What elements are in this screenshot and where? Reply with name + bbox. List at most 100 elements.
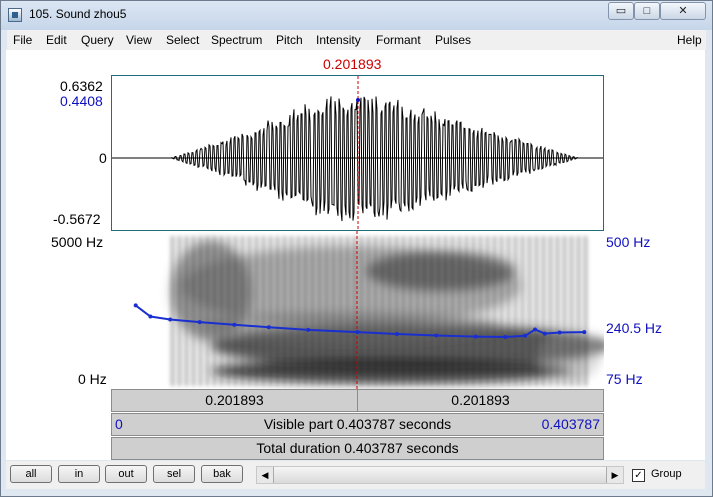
- spectrogram-stripe: [556, 236, 559, 386]
- spectrogram-stripe: [549, 236, 552, 386]
- pitch-point: [503, 335, 508, 339]
- maximize-icon[interactable]: □: [634, 2, 660, 20]
- spectrogram-stripe: [346, 236, 349, 386]
- spectrogram-stripe: [521, 236, 524, 386]
- minimize-icon[interactable]: ▭: [608, 2, 634, 20]
- spectrogram-stripe: [479, 236, 482, 386]
- spectrogram-stripe: [493, 236, 496, 386]
- zoom-all-button[interactable]: all: [10, 465, 52, 483]
- spectrogram-stripe: [472, 236, 475, 386]
- total-duration-row[interactable]: Total duration 0.403787 seconds: [111, 437, 604, 460]
- menu-spectrum[interactable]: Spectrum: [211, 33, 262, 47]
- menu-help[interactable]: Help: [677, 33, 702, 47]
- pitch-point: [266, 325, 271, 330]
- selection-left-cell[interactable]: 0.201893: [112, 390, 358, 411]
- menu-formant[interactable]: Formant: [376, 33, 421, 47]
- menu-view[interactable]: View: [126, 33, 152, 47]
- pitch-point: [355, 330, 360, 335]
- spectrogram-stripe: [577, 236, 580, 386]
- spectrogram-min-freq-label: 0 Hz: [78, 371, 107, 387]
- spectrogram-stripe: [304, 236, 307, 386]
- spectrogram-panel[interactable]: [111, 231, 604, 389]
- spectrogram-stripe: [325, 236, 328, 386]
- spectrogram-plot: [133, 231, 604, 389]
- spectrogram-stripe: [395, 236, 398, 386]
- zoom-in-button[interactable]: in: [58, 465, 100, 483]
- pitch-point: [434, 333, 439, 338]
- spectrogram-stripe: [388, 236, 391, 386]
- spectrogram-stripe: [514, 236, 517, 386]
- pitch-point: [133, 303, 138, 308]
- spectrogram-stripe: [416, 236, 419, 386]
- spectrogram-stripe: [437, 236, 440, 386]
- selection-right-time: 0.201893: [451, 392, 510, 408]
- menu-edit[interactable]: Edit: [46, 33, 67, 47]
- spectrogram-stripe: [318, 236, 321, 386]
- spectrogram-stripe: [185, 236, 188, 386]
- spectrogram-stripe: [220, 236, 223, 386]
- spectrogram-stripe: [269, 236, 272, 386]
- pitch-point: [523, 333, 528, 338]
- spectrogram-stripe: [283, 236, 286, 386]
- spectrogram-max-freq-label: 5000 Hz: [51, 234, 104, 250]
- title-bar[interactable]: 105. Sound zhou5 ▭ □ ✕: [1, 1, 712, 30]
- pitch-max-label: 500 Hz: [606, 234, 651, 250]
- scroll-thumb[interactable]: [273, 467, 607, 483]
- selection-right-cell[interactable]: 0.201893: [358, 390, 603, 411]
- pitch-point: [197, 320, 202, 325]
- bottom-toolbar: all in out sel bak ◀ ▶ ✓ Group: [6, 461, 705, 489]
- spectrogram-stripe: [297, 236, 300, 386]
- spectrogram-stripe: [409, 236, 412, 386]
- menu-intensity[interactable]: Intensity: [316, 33, 361, 47]
- pitch-point: [394, 332, 399, 336]
- waveform-plot: [112, 76, 603, 230]
- waveform-cursor-marker: [356, 98, 360, 102]
- spectrogram-stripe: [234, 236, 237, 386]
- pitch-mid-label: 240.5 Hz: [606, 320, 663, 336]
- group-checkbox[interactable]: ✓: [632, 469, 645, 482]
- spectrogram-stripe: [199, 236, 202, 386]
- scroll-right-icon[interactable]: ▶: [607, 467, 623, 483]
- zoom-selection-button[interactable]: sel: [153, 465, 195, 483]
- waveform-panel[interactable]: [111, 75, 604, 231]
- scroll-left-icon[interactable]: ◀: [257, 467, 273, 483]
- spectrogram-stripe: [528, 236, 531, 386]
- close-icon[interactable]: ✕: [660, 2, 706, 20]
- spectrogram-stripe: [311, 236, 314, 386]
- menu-file[interactable]: File: [13, 33, 32, 47]
- spectrogram-stripe: [255, 236, 258, 386]
- pitch-point: [582, 330, 587, 335]
- spectrogram-stripe: [171, 236, 174, 386]
- pitch-point: [533, 327, 537, 332]
- app-icon: [8, 8, 22, 22]
- spectrogram-stripe: [500, 236, 503, 386]
- pitch-min-label: 75 Hz: [606, 371, 643, 387]
- spectrogram-stripe: [248, 236, 251, 386]
- zoom-out-button[interactable]: out: [105, 465, 147, 483]
- spectrogram-stripe: [402, 236, 405, 386]
- zoom-back-button[interactable]: bak: [201, 465, 243, 483]
- spectrogram-stripe: [458, 236, 461, 386]
- spectrogram-stripe: [276, 236, 279, 386]
- spectrogram-stripe: [262, 236, 265, 386]
- spectrogram-stripe: [178, 236, 181, 386]
- spectrogram-stripe: [584, 236, 587, 386]
- menu-query[interactable]: Query: [81, 33, 114, 47]
- spectrogram-stripe: [570, 236, 573, 386]
- pitch-point: [232, 322, 237, 327]
- horizontal-scrollbar[interactable]: ◀ ▶: [256, 466, 624, 484]
- menu-pitch[interactable]: Pitch: [276, 33, 303, 47]
- pitch-point: [168, 317, 173, 322]
- spectrogram-stripe: [563, 236, 566, 386]
- total-duration-label: Total duration 0.403787 seconds: [256, 440, 459, 456]
- menu-select[interactable]: Select: [166, 33, 199, 47]
- visible-part-row[interactable]: 0 Visible part 0.403787 seconds 0.403787: [111, 413, 604, 436]
- visible-part-label: Visible part 0.403787 seconds: [263, 416, 452, 432]
- pitch-point: [473, 334, 478, 339]
- spectrogram-stripe: [367, 236, 370, 386]
- menu-pulses[interactable]: Pulses: [435, 33, 471, 47]
- spectrogram-stripe: [423, 236, 426, 386]
- pitch-point: [148, 314, 153, 319]
- spectrogram-stripe: [486, 236, 489, 386]
- cursor-time-label: 0.201893: [323, 56, 382, 72]
